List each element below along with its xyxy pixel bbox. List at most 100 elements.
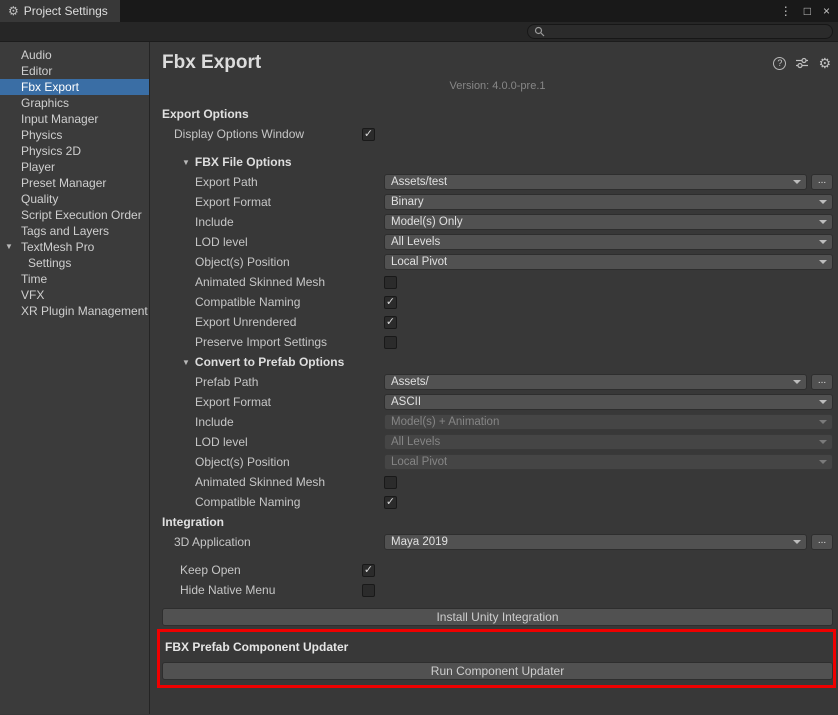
fbx-file-options-foldout[interactable]: ▼ FBX File Options bbox=[162, 152, 833, 172]
prefab-animated-skinned-mesh-checkbox[interactable] bbox=[384, 476, 397, 489]
titlebar: ⚙ Project Settings ⋮ □ × bbox=[0, 0, 838, 22]
3d-application-browse-button[interactable]: ... bbox=[811, 534, 833, 550]
window-body: Audio Editor Fbx Export Graphics Input M… bbox=[0, 42, 838, 714]
integration-header: Integration bbox=[162, 515, 224, 529]
display-options-window-checkbox[interactable] bbox=[362, 128, 375, 141]
animated-skinned-mesh-checkbox[interactable] bbox=[384, 276, 397, 289]
sidebar-item-graphics[interactable]: Graphics bbox=[0, 95, 149, 111]
sidebar-item-input-manager[interactable]: Input Manager bbox=[0, 111, 149, 127]
row-prefab-animated-skinned-mesh: Animated Skinned Mesh bbox=[162, 472, 833, 492]
row-prefab-include: Include Model(s) + Animation bbox=[162, 412, 833, 432]
sidebar-item-label: TextMesh Pro bbox=[21, 240, 94, 254]
foldout-arrow-icon: ▼ bbox=[182, 358, 190, 367]
export-unrendered-checkbox[interactable] bbox=[384, 316, 397, 329]
sidebar-item-vfx[interactable]: VFX bbox=[0, 287, 149, 303]
export-format-value: Binary bbox=[391, 195, 424, 209]
chevron-down-icon bbox=[819, 240, 827, 244]
install-unity-integration-button[interactable]: Install Unity Integration bbox=[162, 608, 833, 626]
settings-gear-icon[interactable]: ⚙ bbox=[818, 56, 831, 70]
objects-position-dropdown[interactable]: Local Pivot bbox=[384, 254, 833, 270]
help-icon[interactable]: ? bbox=[773, 57, 786, 70]
export-path-dropdown[interactable]: Assets/test bbox=[384, 174, 807, 190]
sidebar-item-textmeshpro-settings[interactable]: Settings bbox=[0, 255, 149, 271]
export-path-value: Assets/test bbox=[391, 175, 447, 189]
display-options-window-label: Display Options Window bbox=[162, 127, 362, 141]
objects-position-label: Object(s) Position bbox=[162, 255, 384, 269]
sidebar-item-script-execution-order[interactable]: Script Execution Order bbox=[0, 207, 149, 223]
sidebar-item-audio[interactable]: Audio bbox=[0, 47, 149, 63]
chevron-down-icon bbox=[819, 220, 827, 224]
window-controls: ⋮ □ × bbox=[780, 0, 838, 22]
fbx-export-panel: Fbx Export ? ⚙ Version: 4.0.0-pre.1 bbox=[150, 42, 838, 714]
section-integration: Integration bbox=[162, 512, 833, 532]
export-settings-form: Export Options Display Options Window ▼ … bbox=[162, 104, 833, 680]
sidebar-item-quality[interactable]: Quality bbox=[0, 191, 149, 207]
lod-level-dropdown[interactable]: All Levels bbox=[384, 234, 833, 250]
run-component-updater-button[interactable]: Run Component Updater bbox=[162, 662, 833, 680]
row-prefab-export-format: Export Format ASCII bbox=[162, 392, 833, 412]
prefab-path-dropdown[interactable]: Assets/ bbox=[384, 374, 807, 390]
row-preserve-import-settings: Preserve Import Settings bbox=[162, 332, 833, 352]
prefab-animated-skinned-mesh-label: Animated Skinned Mesh bbox=[162, 475, 384, 489]
search-input[interactable] bbox=[549, 25, 826, 38]
prefab-export-format-value: ASCII bbox=[391, 395, 421, 409]
prefab-objects-position-label: Object(s) Position bbox=[162, 455, 384, 469]
row-objects-position: Object(s) Position Local Pivot bbox=[162, 252, 833, 272]
prefab-export-format-dropdown[interactable]: ASCII bbox=[384, 394, 833, 410]
panel-header: Fbx Export ? ⚙ bbox=[162, 50, 833, 76]
prefab-include-label: Include bbox=[162, 415, 384, 429]
export-format-dropdown[interactable]: Binary bbox=[384, 194, 833, 210]
chevron-down-icon bbox=[819, 200, 827, 204]
sidebar-item-physics-2d[interactable]: Physics 2D bbox=[0, 143, 149, 159]
prefab-include-value: Model(s) + Animation bbox=[391, 415, 499, 429]
close-icon[interactable]: × bbox=[823, 5, 830, 17]
foldout-arrow-icon[interactable]: ▼ bbox=[5, 239, 13, 255]
maximize-icon[interactable]: □ bbox=[804, 5, 811, 17]
sidebar-item-editor[interactable]: Editor bbox=[0, 63, 149, 79]
sidebar-item-physics[interactable]: Physics bbox=[0, 127, 149, 143]
row-prefab-path: Prefab Path Assets/ ... bbox=[162, 372, 833, 392]
tab-project-settings[interactable]: ⚙ Project Settings bbox=[0, 0, 120, 22]
tab-label: Project Settings bbox=[24, 4, 108, 18]
gear-icon: ⚙ bbox=[8, 5, 19, 17]
row-prefab-lod-level: LOD level All Levels bbox=[162, 432, 833, 452]
row-hide-native-menu: Hide Native Menu bbox=[162, 580, 833, 600]
keep-open-checkbox[interactable] bbox=[362, 564, 375, 577]
hide-native-menu-checkbox[interactable] bbox=[362, 584, 375, 597]
preserve-import-settings-checkbox[interactable] bbox=[384, 336, 397, 349]
sidebar-item-textmesh-pro[interactable]: ▼ TextMesh Pro bbox=[0, 239, 149, 255]
chevron-down-icon bbox=[819, 460, 827, 464]
3d-application-value: Maya 2019 bbox=[391, 535, 448, 549]
sidebar-item-time[interactable]: Time bbox=[0, 271, 149, 287]
project-settings-window: ⚙ Project Settings ⋮ □ × Audio Editor Fb… bbox=[0, 0, 838, 715]
sidebar-item-xr-plugin-management[interactable]: XR Plugin Management bbox=[0, 303, 149, 319]
convert-to-prefab-options-foldout[interactable]: ▼ Convert to Prefab Options bbox=[162, 352, 833, 372]
export-path-browse-button[interactable]: ... bbox=[811, 174, 833, 190]
sidebar-item-tags-and-layers[interactable]: Tags and Layers bbox=[0, 223, 149, 239]
row-export-unrendered: Export Unrendered bbox=[162, 312, 833, 332]
sidebar-item-preset-manager[interactable]: Preset Manager bbox=[0, 175, 149, 191]
include-dropdown[interactable]: Model(s) Only bbox=[384, 214, 833, 230]
sidebar-item-fbx-export[interactable]: Fbx Export bbox=[0, 79, 149, 95]
include-label: Include bbox=[162, 215, 384, 229]
row-display-options-window: Display Options Window bbox=[162, 124, 833, 144]
row-3d-application: 3D Application Maya 2019 ... bbox=[162, 532, 833, 552]
prefab-include-dropdown: Model(s) + Animation bbox=[384, 414, 833, 430]
export-path-label: Export Path bbox=[162, 175, 384, 189]
export-format-label: Export Format bbox=[162, 195, 384, 209]
page-title: Fbx Export bbox=[162, 52, 773, 74]
search-field[interactable] bbox=[527, 24, 833, 39]
prefab-compatible-naming-checkbox[interactable] bbox=[384, 496, 397, 509]
toolbar bbox=[0, 22, 838, 42]
preset-sliders-icon[interactable] bbox=[795, 57, 809, 69]
prefab-path-browse-button[interactable]: ... bbox=[811, 374, 833, 390]
prefab-export-format-label: Export Format bbox=[162, 395, 384, 409]
prefab-objects-position-dropdown: Local Pivot bbox=[384, 454, 833, 470]
chevron-down-icon bbox=[819, 420, 827, 424]
sidebar-item-player[interactable]: Player bbox=[0, 159, 149, 175]
row-include: Include Model(s) Only bbox=[162, 212, 833, 232]
kebab-menu-icon[interactable]: ⋮ bbox=[780, 5, 792, 17]
3d-application-dropdown[interactable]: Maya 2019 bbox=[384, 534, 807, 550]
compatible-naming-checkbox[interactable] bbox=[384, 296, 397, 309]
prefab-path-value: Assets/ bbox=[391, 375, 429, 389]
